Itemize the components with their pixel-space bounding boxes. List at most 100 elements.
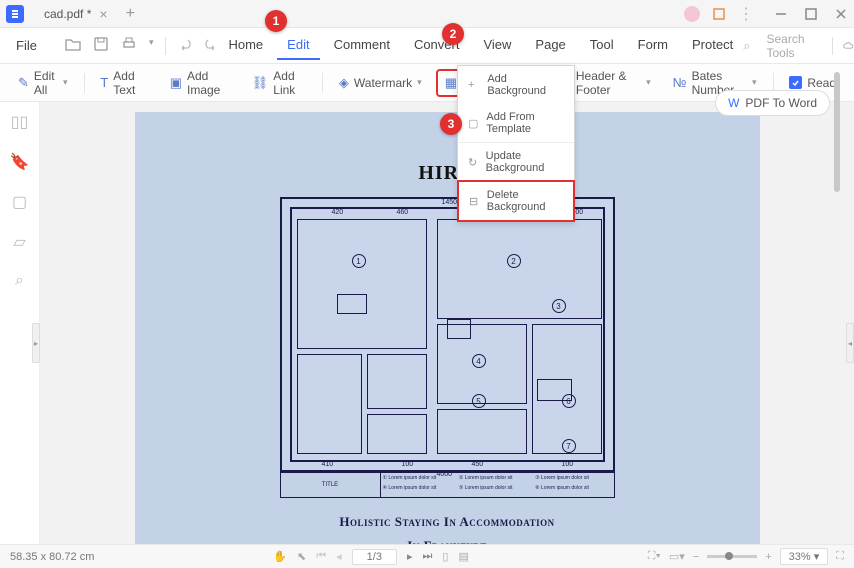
workspace: ▯▯ 🔖 ▢ ▱ ⌕ ▸ HIRO 1 2 3 — [0, 102, 854, 544]
user-avatar[interactable] — [684, 6, 700, 22]
pdf-to-word-label: PDF To Word — [745, 96, 817, 110]
expand-right-handle[interactable]: ◂ — [846, 323, 854, 363]
chevron-down-icon[interactable]: ▾ — [149, 37, 154, 55]
tab-form[interactable]: Form — [628, 31, 678, 60]
pdf-page: HIRO 1 2 3 4 5 6 7 — [135, 112, 760, 544]
prev-page-icon[interactable]: ◂ — [336, 550, 342, 563]
checkbox-icon — [789, 76, 802, 89]
zoom-level[interactable]: 33% ▾ — [780, 548, 829, 565]
select-tool-icon[interactable]: ⬉ — [297, 550, 306, 563]
continuous-icon[interactable]: ▤ — [458, 550, 468, 563]
thumbnails-icon[interactable]: ▯▯ — [11, 112, 29, 132]
subtitle-1: Holistic Staying In Accommodation — [135, 514, 760, 530]
watermark-button[interactable]: ◈ Watermark ▾ — [331, 70, 430, 96]
tab-filename: cad.pdf * — [44, 7, 91, 21]
page-dimensions: 58.35 x 80.72 cm — [10, 551, 94, 563]
statusbar: 58.35 x 80.72 cm ✋ ⬉ ⏮ ◂ 1/3 ▸ ⏭ ▯ ▤ ⛶▾ … — [0, 544, 854, 568]
fit-width-icon[interactable]: ⛶▾ — [648, 550, 661, 563]
document-canvas[interactable]: HIRO 1 2 3 4 5 6 7 — [40, 102, 854, 544]
marker-3: 3 — [440, 113, 462, 135]
add-from-template-item[interactable]: ▢ Add From Template — [458, 104, 574, 142]
file-menu[interactable]: File — [10, 36, 43, 55]
titlebar: cad.pdf * × + ⋮ — [0, 0, 854, 28]
marker-2: 2 — [442, 23, 464, 45]
edit-all-label: Edit All — [34, 69, 58, 97]
add-bg-label: Add Background — [487, 73, 564, 97]
open-icon[interactable] — [65, 37, 81, 51]
tab-close-icon[interactable]: × — [99, 6, 107, 22]
minimize-icon[interactable] — [774, 7, 788, 21]
update-background-item[interactable]: ↻ Update Background — [458, 143, 574, 181]
delete-background-item[interactable]: ⊟ Delete Background — [457, 180, 575, 222]
cloud-icon[interactable] — [843, 39, 853, 53]
search-panel-icon[interactable]: ⌕ — [15, 272, 24, 290]
watermark-icon: ◈ — [339, 75, 349, 91]
single-page-icon[interactable]: ▯ — [442, 550, 448, 563]
print-icon[interactable] — [121, 37, 137, 51]
add-link-button[interactable]: ⛓ Add Link — [244, 64, 314, 102]
tab-comment[interactable]: Comment — [324, 31, 400, 60]
update-bg-label: Update Background — [486, 150, 564, 174]
menubar: File ▾ Home Edit Comment Convert View Pa… — [0, 28, 854, 64]
add-image-label: Add Image — [187, 69, 230, 97]
link-icon: ⛓ — [252, 75, 269, 91]
vertical-scrollbar[interactable] — [834, 72, 840, 192]
maximize-icon[interactable] — [804, 7, 818, 21]
template-icon: ▢ — [468, 117, 478, 130]
add-template-label: Add From Template — [486, 111, 564, 135]
hand-tool-icon[interactable]: ✋ — [273, 550, 287, 563]
add-link-label: Add Link — [273, 69, 306, 97]
background-dropdown: + Add Background ▢ Add From Template ↻ U… — [457, 65, 575, 222]
delete-bg-label: Delete Background — [487, 189, 563, 213]
attachment-icon[interactable]: ▢ — [12, 192, 27, 212]
zoom-in-icon[interactable]: + — [765, 551, 771, 563]
add-background-item[interactable]: + Add Background — [458, 66, 574, 104]
add-text-button[interactable]: T Add Text — [92, 64, 155, 102]
document-title: HIRO — [135, 162, 760, 185]
add-image-button[interactable]: ▣ Add Image — [162, 64, 238, 102]
tab-view[interactable]: View — [473, 31, 521, 60]
zoom-out-icon[interactable]: − — [693, 551, 699, 563]
word-icon: W — [728, 96, 739, 110]
tab-home[interactable]: Home — [218, 31, 273, 60]
header-footer-label: Header & Footer — [576, 69, 641, 97]
background-icon: ▦ — [445, 75, 457, 91]
redo-icon[interactable] — [204, 37, 218, 51]
floorplan: 1 2 3 4 5 6 7 1450 420 460 100 140 100 4… — [280, 197, 615, 472]
next-page-icon[interactable]: ▸ — [407, 550, 413, 563]
plus-icon: + — [468, 79, 479, 91]
search-icon: ⌕ — [743, 38, 750, 54]
expand-left-handle[interactable]: ▸ — [32, 323, 40, 363]
add-text-label: Add Text — [113, 69, 147, 97]
tab-protect[interactable]: Protect — [682, 31, 743, 60]
fullscreen-icon[interactable]: ⛶ — [836, 550, 844, 563]
text-icon: T — [100, 75, 108, 90]
bookmark-icon[interactable]: 🔖 — [10, 152, 30, 172]
marker-1: 1 — [265, 10, 287, 32]
save-icon[interactable] — [93, 37, 109, 51]
watermark-label: Watermark — [354, 76, 412, 90]
title-block-label: TITLE — [281, 473, 381, 497]
tab-add-icon[interactable]: + — [126, 5, 135, 23]
search-tools-input[interactable]: Search Tools — [760, 29, 822, 63]
notification-icon[interactable] — [712, 7, 726, 21]
app-logo — [6, 5, 24, 23]
document-tab[interactable]: cad.pdf * × — [32, 0, 120, 27]
first-page-icon[interactable]: ⏮ — [316, 550, 326, 563]
update-icon: ↻ — [468, 156, 478, 169]
kebab-menu-icon[interactable]: ⋮ — [738, 4, 754, 24]
undo-icon[interactable] — [178, 37, 192, 51]
zoom-slider[interactable] — [707, 555, 757, 558]
image-icon: ▣ — [170, 75, 182, 91]
view-mode-icon[interactable]: ▭▾ — [669, 550, 685, 563]
close-icon[interactable] — [834, 7, 848, 21]
tab-edit[interactable]: Edit — [277, 31, 319, 60]
last-page-icon[interactable]: ⏭ — [423, 550, 433, 563]
layers-icon[interactable]: ▱ — [13, 232, 25, 252]
pencil-icon: ✎ — [18, 75, 29, 91]
edit-all-button[interactable]: ✎ Edit All ▾ — [10, 64, 76, 102]
page-indicator[interactable]: 1/3 — [352, 549, 397, 565]
pdf-to-word-button[interactable]: W PDF To Word — [715, 90, 830, 116]
tab-page[interactable]: Page — [525, 31, 575, 60]
tab-tool[interactable]: Tool — [580, 31, 624, 60]
